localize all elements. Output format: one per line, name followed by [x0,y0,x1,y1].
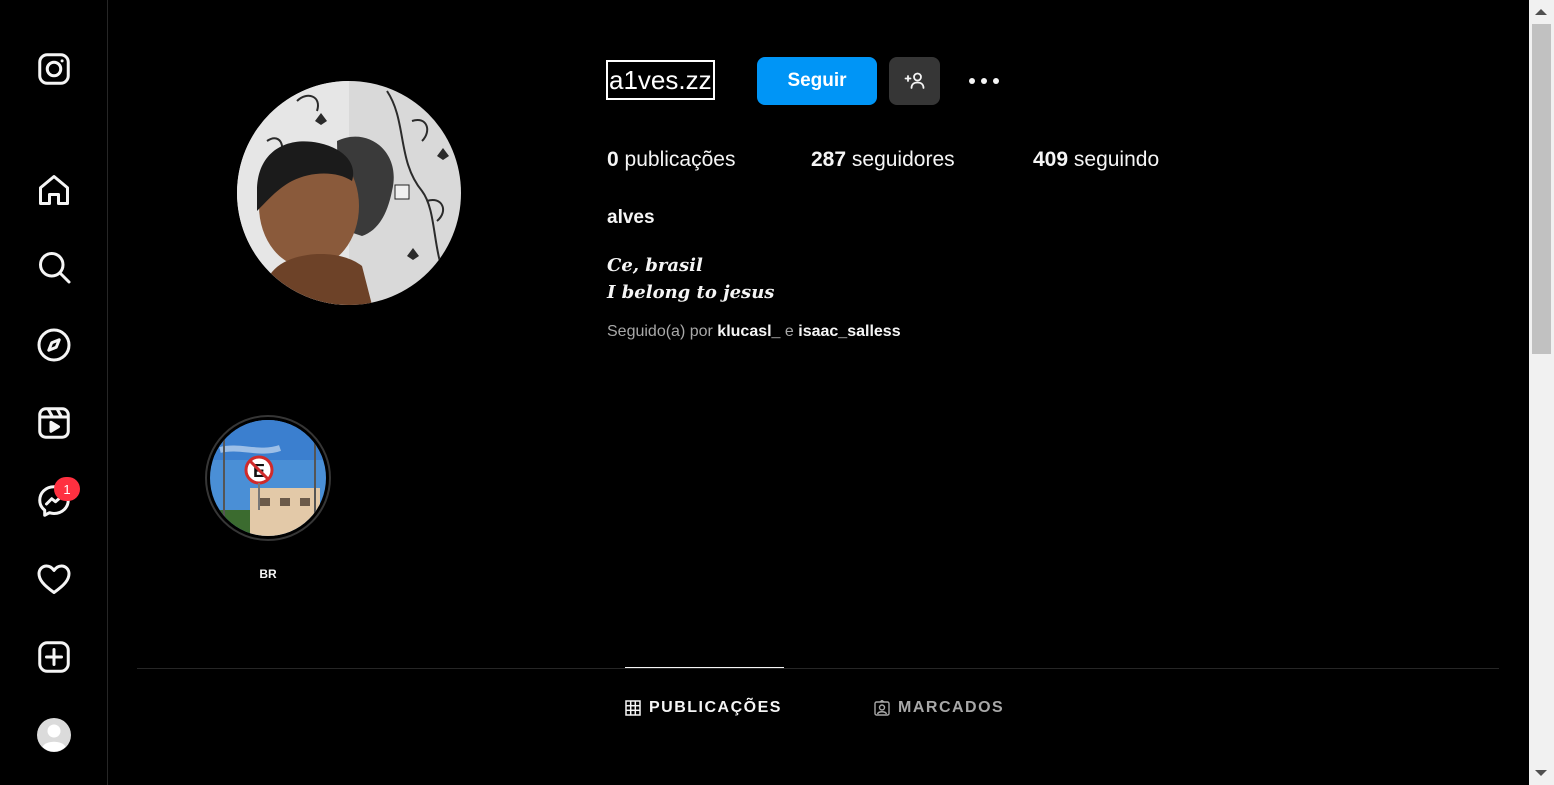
followers-count: 287 [811,148,847,171]
followers-label: seguidores [851,148,955,171]
home-icon[interactable] [30,166,78,214]
posts-count: 0 [607,148,619,171]
tab-posts[interactable]: PUBLICAÇÕES [625,667,784,748]
grid-icon [625,700,641,716]
page-scrollbar[interactable] [1529,0,1554,785]
tab-tagged[interactable]: MARCADOS [874,668,1004,748]
sidebar-nav: 1 [0,0,108,785]
instagram-logo-icon[interactable] [30,45,78,93]
bio-line: I belong to jesus [607,282,775,303]
messages-badge: 1 [54,477,80,501]
profile-username[interactable]: a1ves.zz [606,60,715,100]
tabs-divider [137,668,1499,669]
tab-posts-label: PUBLICAÇÕES [649,699,782,716]
following-count: 409 [1033,148,1069,171]
profile-bio: Ce, brasil I belong to jesus [607,252,774,306]
followed-by-prefix: Seguido(a) por [607,323,713,340]
search-icon[interactable] [30,243,78,291]
tagged-icon [874,700,890,716]
highlight-cover-image: E [210,420,326,536]
follow-button[interactable]: Seguir [757,57,877,105]
highlight-label: BR [259,567,277,581]
reels-icon[interactable] [30,399,78,447]
bio-line: Ce, brasil [607,255,703,276]
following-label: seguindo [1073,148,1160,171]
profile-full-name: alves [607,207,655,228]
story-highlight[interactable]: E [205,415,331,543]
profile-avatar[interactable] [30,711,78,759]
scrollbar-thumb[interactable] [1532,24,1551,354]
add-person-icon [904,72,924,89]
followed-by-account[interactable]: klucasl_ [717,323,780,340]
explore-icon[interactable] [30,321,78,369]
followed-by-account[interactable]: isaac_salless [798,323,900,340]
create-icon[interactable] [30,633,78,681]
more-options-icon [969,78,999,84]
profile-picture[interactable] [237,81,461,305]
posts-label: publicações [624,148,736,171]
followers-stat[interactable]: 287 seguidores [811,148,955,172]
heart-icon[interactable] [30,555,78,603]
scroll-up-icon[interactable] [1535,9,1547,15]
followed-by-separator: e [784,323,794,340]
following-stat[interactable]: 409 seguindo [1033,148,1159,172]
more-options-button[interactable] [961,62,1007,100]
suggested-accounts-button[interactable] [889,57,940,105]
posts-stat: 0 publicações [607,148,735,172]
scroll-down-icon[interactable] [1535,770,1547,776]
followed-by-text[interactable]: Seguido(a) por klucasl_ e isaac_salless [607,323,901,341]
profile-main: a1ves.zz Seguir 0 publicações 287 seguid… [109,0,1529,785]
tab-tagged-label: MARCADOS [898,699,1005,716]
